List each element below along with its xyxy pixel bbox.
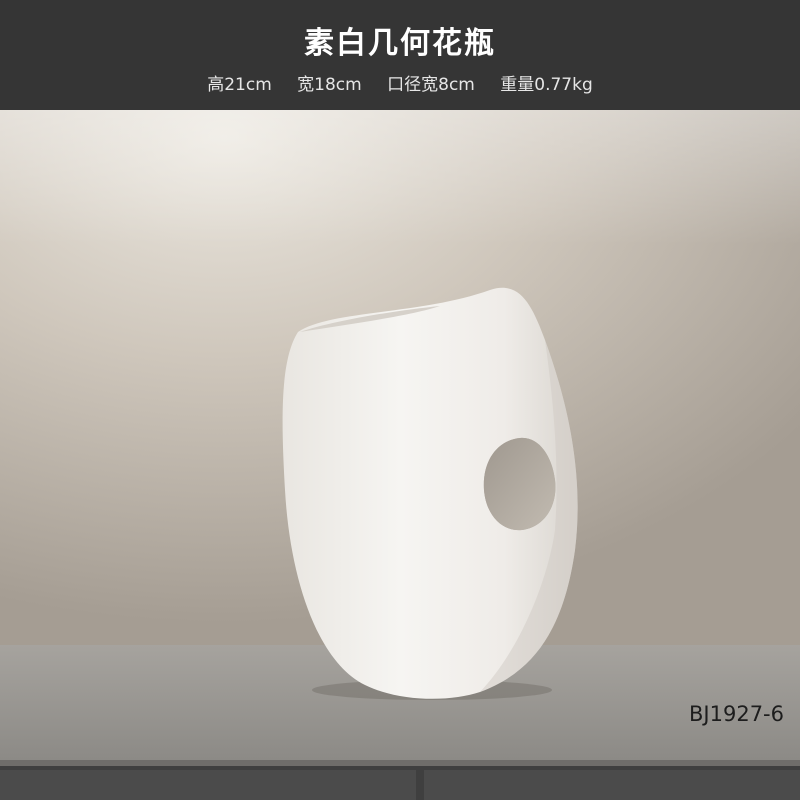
spec-height: 高21cm [207,75,272,95]
spec-weight: 重量0.77kg [500,75,593,95]
spec-opening: 口径宽8cm [387,75,475,95]
cabinet-door-left [0,770,416,800]
cabinet-door-right [424,770,800,800]
vase-handle-hole [483,437,556,531]
product-photo [0,110,800,800]
spec-line: 高21cm 宽18cm 口径宽8cm 重量0.77kg [0,70,800,95]
product-image: 素白几何花瓶 高21cm 宽18cm 口径宽8cm 重量0.77kg BJ192… [0,0,800,800]
product-code: BJ1927-6 [689,702,784,726]
spec-width: 宽18cm [297,75,362,95]
product-title: 素白几何花瓶 [304,26,496,61]
shelf-edge [0,760,800,766]
header-banner: 素白几何花瓶 高21cm 宽18cm 口径宽8cm 重量0.77kg [0,0,800,110]
